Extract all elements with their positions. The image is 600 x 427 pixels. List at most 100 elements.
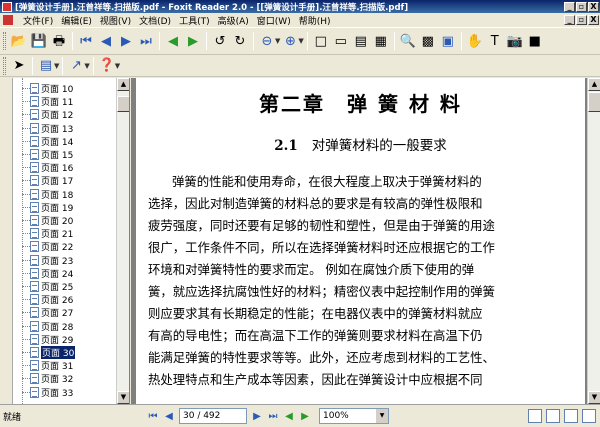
status-back-icon[interactable]: ◀ [281, 408, 297, 424]
doc-close-button[interactable]: X [588, 15, 599, 25]
select-cursor-icon[interactable]: ➤ [10, 57, 28, 75]
sidebar-item[interactable]: 页面 12 [22, 108, 73, 121]
menu-tools[interactable]: 工具(T) [175, 14, 214, 27]
sidebar-item[interactable]: 页面 14 [22, 135, 73, 148]
print-icon[interactable]: 🖶 [50, 32, 68, 50]
sidebar-item-label: 页面 21 [41, 230, 74, 241]
rotate-left-icon[interactable]: ↺ [211, 32, 229, 50]
menu-file[interactable]: 文件(F) [19, 14, 57, 27]
sidebar-scrollbar[interactable]: ▲ ▼ [116, 78, 129, 404]
doc-scroll-down-icon[interactable]: ▼ [588, 391, 600, 404]
status-first-page-icon[interactable]: ⏮ [145, 408, 161, 424]
sidebar-item[interactable]: 页面 23 [22, 254, 73, 267]
document-icon[interactable] [3, 15, 13, 25]
zoom-out-icon[interactable]: ⊖ [258, 32, 276, 50]
minimize-button[interactable]: _ [564, 1, 575, 12]
zoom-in-dropdown-icon[interactable]: ▼ [298, 37, 303, 45]
menu-document[interactable]: 文档(D) [135, 14, 175, 27]
status-previous-page-icon[interactable]: ◀ [161, 408, 177, 424]
fit-visible-icon[interactable]: ▦ [372, 32, 390, 50]
text-select-icon[interactable]: T [486, 32, 504, 50]
facing-layout-icon[interactable] [564, 409, 578, 423]
doc-restore-button[interactable]: ▫ [576, 15, 587, 25]
menu-advanced[interactable]: 高级(A) [214, 14, 253, 27]
sidebar-scroll-thumb[interactable] [117, 96, 129, 112]
sidebar-item[interactable]: 页面 21 [22, 227, 74, 241]
previous-page-icon[interactable]: ◀ [97, 32, 115, 50]
sidebar-item[interactable]: 页面 19 [22, 201, 73, 214]
restore-button[interactable]: ▫ [576, 1, 587, 12]
open-folder-icon[interactable]: 📂 [10, 32, 28, 50]
snapshot-icon[interactable]: 📷 [506, 32, 524, 50]
sidebar-item[interactable]: 页面 30 [22, 346, 76, 359]
sidebar-item[interactable]: 页面 24 [22, 267, 73, 280]
forward-icon[interactable]: ▶ [184, 32, 202, 50]
menu-edit[interactable]: 编辑(E) [57, 14, 96, 27]
save-icon[interactable]: 💾 [30, 32, 48, 50]
sidebar-item[interactable]: 页面 13 [22, 122, 73, 135]
chevron-down-icon[interactable]: ▼ [376, 409, 388, 423]
help-icon[interactable]: ❓ [98, 57, 116, 75]
menu-window[interactable]: 窗口(W) [253, 14, 295, 27]
sidebar-item[interactable]: 页面 33 [22, 386, 73, 399]
panel-strip[interactable] [0, 78, 13, 404]
fit-page-icon[interactable]: ▭ [332, 32, 350, 50]
next-page-icon[interactable]: ▶ [117, 32, 135, 50]
sidebar-item[interactable]: 页面 11 [22, 95, 73, 108]
zoom-out-dropdown-icon[interactable]: ▼ [275, 37, 280, 45]
toolbar-grip-2[interactable] [3, 56, 6, 75]
sidebar-scroll-up-icon[interactable]: ▲ [117, 78, 129, 91]
sidebar-item[interactable]: 页面 17 [22, 174, 73, 187]
zoom-select[interactable]: 100% ▼ [319, 408, 389, 424]
menu-help[interactable]: 帮助(H) [295, 14, 335, 27]
sidebar-item[interactable]: 页面 20 [22, 214, 73, 227]
status-next-page-icon[interactable]: ▶ [249, 408, 265, 424]
menu-view[interactable]: 视图(V) [96, 14, 135, 27]
doc-scroll-thumb[interactable] [588, 92, 600, 112]
sidebar-item[interactable]: 页面 31 [22, 359, 73, 372]
sidebar-item[interactable]: 页面 16 [22, 161, 73, 174]
sidebar-item[interactable]: 页面 10 [22, 82, 73, 95]
single-page-layout-icon[interactable] [528, 409, 542, 423]
sidebar-scroll-down-icon[interactable]: ▼ [117, 391, 129, 404]
actual-size-icon[interactable]: □ [312, 32, 330, 50]
back-icon[interactable]: ◀ [164, 32, 182, 50]
annotation-icon[interactable]: ▤ [37, 57, 55, 75]
page-icon [30, 373, 39, 385]
doc-scroll-up-icon[interactable]: ▲ [588, 78, 600, 91]
sidebar-item[interactable]: 页面 18 [22, 188, 73, 201]
last-page-icon[interactable]: ⏭ [137, 32, 155, 50]
document-viewport[interactable]: 第二章 弹 簧 材 料 2.1 对弹簧材料的一般要求 弹簧的性能和使用寿命，在很大… [131, 78, 587, 404]
zoom-in-icon[interactable]: ⊕ [281, 32, 299, 50]
sidebar-item[interactable]: 页面 22 [22, 240, 73, 253]
annotation-dropdown-icon[interactable]: ▼ [54, 62, 59, 70]
find-icon[interactable]: 🔍 [399, 32, 417, 50]
hand-tool-icon[interactable]: ✋ [466, 32, 484, 50]
sidebar-item[interactable]: 页面 27 [22, 306, 73, 319]
sidebar-item[interactable]: 页面 15 [22, 148, 73, 161]
image-icon[interactable]: ■ [526, 32, 544, 50]
continuous-facing-layout-icon[interactable] [582, 409, 596, 423]
close-button[interactable]: X [588, 1, 599, 12]
sidebar-item[interactable]: 页面 26 [22, 293, 73, 306]
status-last-page-icon[interactable]: ⏭ [265, 408, 281, 424]
sidebar-item[interactable]: 页面 29 [22, 333, 73, 346]
sidebar-item-label: 页面 25 [41, 283, 74, 293]
sidebar-item[interactable]: 页面 28 [22, 320, 73, 333]
sidebar-item[interactable]: 页面 25 [22, 280, 74, 293]
document-scrollbar[interactable]: ▲ ▼ [587, 78, 600, 404]
status-forward-icon[interactable]: ▶ [297, 408, 313, 424]
continuous-layout-icon[interactable] [546, 409, 560, 423]
page-number-input[interactable]: 30 / 492 [179, 408, 247, 424]
help-dropdown-icon[interactable]: ▼ [115, 62, 120, 70]
doc-minimize-button[interactable]: _ [564, 15, 575, 25]
first-page-icon[interactable]: ⏮ [77, 32, 95, 50]
toolbar-grip[interactable] [3, 32, 6, 50]
sidebar-item[interactable]: 页面 32 [22, 372, 73, 385]
arrow-tool-icon[interactable]: ↗ [67, 57, 85, 75]
single-page-icon[interactable]: ▩ [419, 32, 437, 50]
rotate-right-icon[interactable]: ↻ [231, 32, 249, 50]
fit-width-icon[interactable]: ▤ [352, 32, 370, 50]
continuous-icon[interactable]: ▣ [439, 32, 457, 50]
arrow-dropdown-icon[interactable]: ▼ [84, 62, 89, 70]
